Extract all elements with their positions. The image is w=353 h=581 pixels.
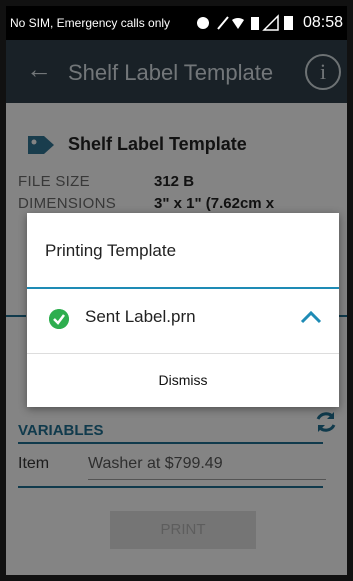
status-icons: [197, 14, 293, 31]
status-bar: No SIM, Emergency calls only 08:58: [6, 6, 347, 40]
dialog-title: Printing Template: [45, 241, 177, 260]
dialog-divider: [27, 353, 339, 354]
printing-dialog: Printing Template Sent Label.prn Dismiss: [27, 213, 339, 407]
sent-file-status: Sent Label.prn: [85, 307, 196, 326]
carrier-text: No SIM, Emergency calls only: [10, 16, 171, 30]
phone-screen: No SIM, Emergency calls only 08:58 ← She…: [6, 6, 347, 575]
dismiss-button[interactable]: Dismiss: [27, 360, 339, 407]
clock: 08:58: [302, 14, 343, 31]
dialog-accent-divider: [27, 287, 339, 289]
check-circle-icon: [49, 309, 69, 329]
chevron-up-icon[interactable]: [299, 309, 323, 325]
